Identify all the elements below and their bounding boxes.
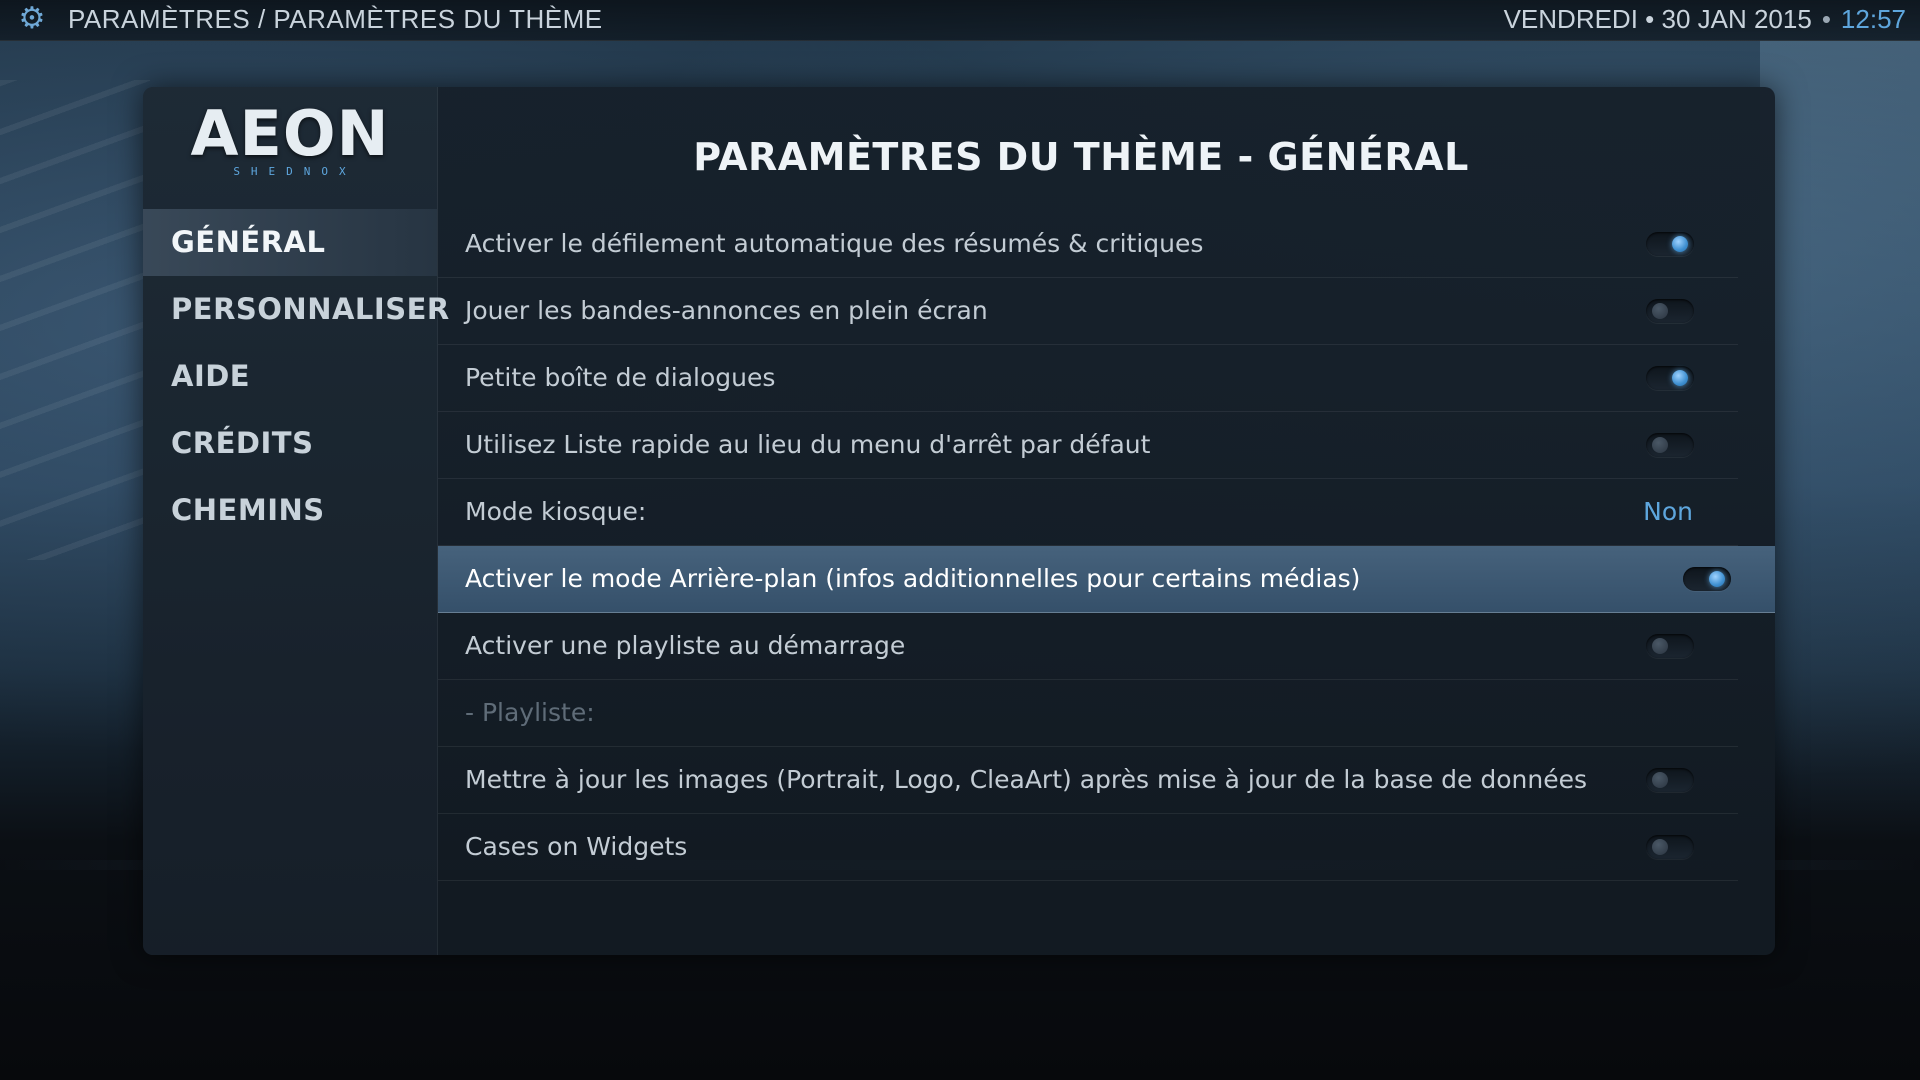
toggle-switch[interactable] — [1646, 232, 1694, 256]
breadcrumb: PARAMÈTRES / PARAMÈTRES DU THÈME — [68, 4, 603, 34]
toggle-switch[interactable] — [1683, 567, 1731, 591]
setting-row-small-dialogs[interactable]: Petite boîte de dialogues — [438, 345, 1738, 412]
setting-label: Activer le défilement automatique des ré… — [465, 229, 1204, 258]
sidebar: AEON SHEDNOX GÉNÉRAL PERSONNALISER AIDE … — [143, 87, 449, 955]
toggle-switch[interactable] — [1646, 433, 1694, 457]
setting-label: Cases on Widgets — [465, 832, 688, 861]
toggle-knob — [1652, 772, 1668, 788]
setting-label: Utilisez Liste rapide au lieu du menu d'… — [465, 430, 1151, 459]
page-title: PARAMÈTRES DU THÈME - GÉNÉRAL — [693, 135, 1469, 179]
toggle-knob — [1652, 638, 1668, 654]
settings-list: Activer le défilement automatique des ré… — [438, 211, 1775, 881]
settings-panel: AEON SHEDNOX GÉNÉRAL PERSONNALISER AIDE … — [143, 87, 1775, 955]
toggle-knob — [1672, 370, 1688, 386]
toggle-switch[interactable] — [1646, 768, 1694, 792]
toggle-switch[interactable] — [1646, 366, 1694, 390]
setting-row-update-images[interactable]: Mettre à jour les images (Portrait, Logo… — [438, 747, 1738, 814]
clock-label: 12:57 — [1840, 4, 1906, 34]
sidebar-nav: GÉNÉRAL PERSONNALISER AIDE CRÉDITS CHEMI… — [143, 209, 449, 544]
settings-content: PARAMÈTRES DU THÈME - GÉNÉRAL Activer le… — [438, 87, 1775, 955]
date-time: VENDREDI • 30 JAN 2015 • 12:57 — [1504, 4, 1906, 35]
sidebar-item-credits[interactable]: CRÉDITS — [143, 410, 437, 477]
setting-label: Petite boîte de dialogues — [465, 363, 776, 392]
setting-row-auto-scroll[interactable]: Activer le défilement automatique des ré… — [438, 211, 1738, 278]
setting-value[interactable]: Non — [1643, 479, 1693, 545]
setting-label: Jouer les bandes-annonces en plein écran — [465, 296, 988, 325]
setting-label: Mettre à jour les images (Portrait, Logo… — [465, 765, 1587, 794]
logo-subtitle: SHEDNOX — [233, 165, 357, 178]
sidebar-item-aide[interactable]: AIDE — [143, 343, 437, 410]
setting-label: Activer le mode Arrière-plan (infos addi… — [465, 564, 1361, 593]
top-bar: ⚙ PARAMÈTRES / PARAMÈTRES DU THÈME VENDR… — [0, 0, 1920, 41]
setting-row-fullscreen-trailers[interactable]: Jouer les bandes-annonces en plein écran — [438, 278, 1738, 345]
toggle-knob — [1652, 839, 1668, 855]
setting-label: - Playliste: — [465, 698, 595, 727]
date-label: VENDREDI • 30 JAN 2015 — [1503, 4, 1812, 34]
toggle-knob — [1652, 437, 1668, 453]
toggle-switch[interactable] — [1646, 634, 1694, 658]
sidebar-item-personnaliser[interactable]: PERSONNALISER — [143, 276, 449, 343]
toggle-knob — [1709, 571, 1725, 587]
setting-label: Mode kiosque: — [465, 497, 647, 526]
setting-row-kiosk-mode[interactable]: Mode kiosque: Non — [438, 479, 1738, 546]
toggle-switch[interactable] — [1646, 299, 1694, 323]
aeon-logo: AEON SHEDNOX — [143, 97, 437, 179]
sidebar-item-chemins[interactable]: CHEMINS — [143, 477, 437, 544]
toggle-knob — [1652, 303, 1668, 319]
sidebar-item-general[interactable]: GÉNÉRAL — [143, 209, 437, 276]
setting-label: Activer une playliste au démarrage — [465, 631, 906, 660]
setting-row-playlist: - Playliste: — [438, 680, 1738, 747]
background-texture-left — [0, 80, 150, 560]
gear-icon: ⚙ — [18, 2, 46, 35]
setting-row-cases-on-widgets[interactable]: Cases on Widgets — [438, 814, 1738, 881]
toggle-switch[interactable] — [1646, 835, 1694, 859]
setting-row-background-mode[interactable]: Activer le mode Arrière-plan (infos addi… — [438, 546, 1775, 613]
date-time-separator: • — [1821, 4, 1831, 34]
background-texture-right — [1760, 40, 1920, 840]
setting-row-startup-playlist[interactable]: Activer une playliste au démarrage — [438, 613, 1738, 680]
setting-row-quick-list[interactable]: Utilisez Liste rapide au lieu du menu d'… — [438, 412, 1738, 479]
toggle-knob — [1672, 236, 1688, 252]
logo-word: AEON — [190, 97, 390, 170]
